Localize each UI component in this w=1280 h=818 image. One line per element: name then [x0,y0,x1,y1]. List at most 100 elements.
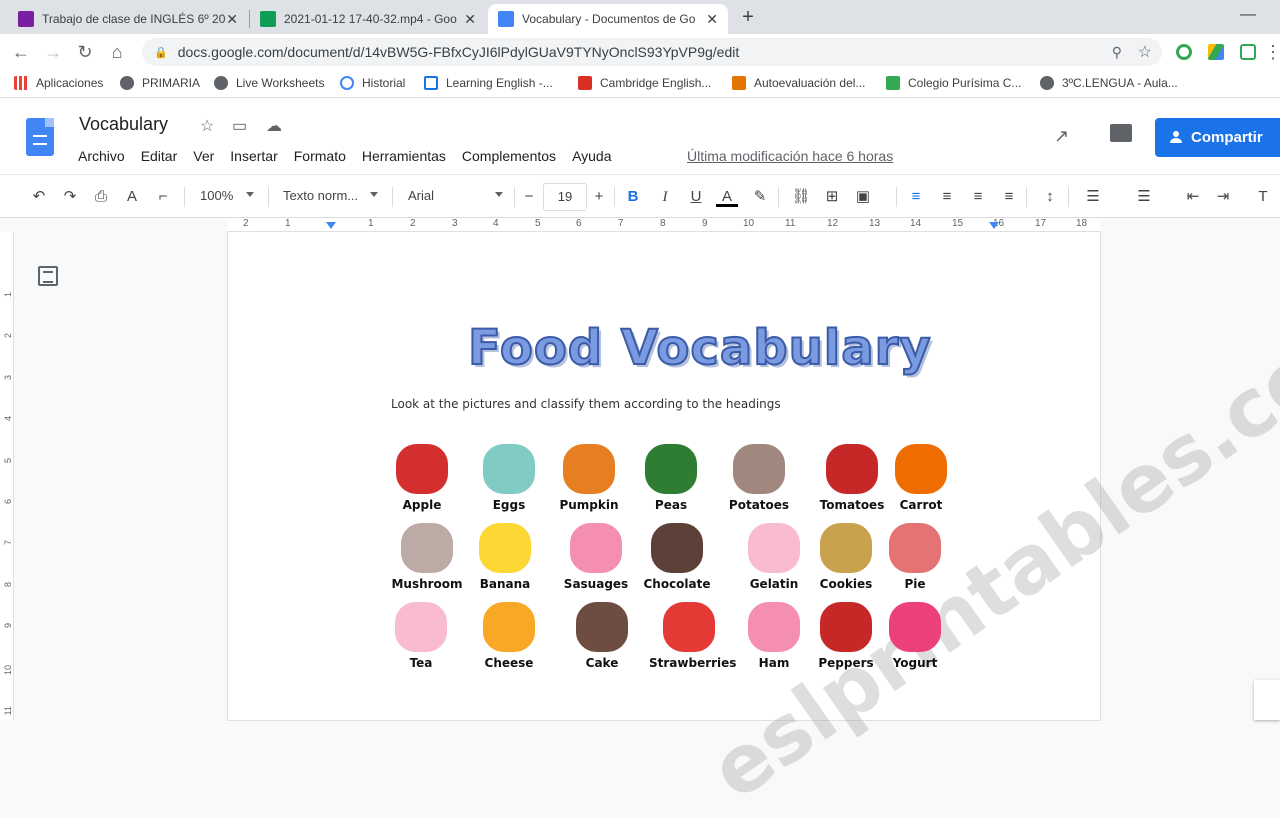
document-page[interactable]: Food Vocabulary Look at the pictures and… [228,232,1280,818]
browser-tab[interactable]: Trabajo de clase de INGLÉS 6º 20 ✕ [8,4,248,34]
horizontal-ruler: 2 1 1 2 3 4 5 6 7 8 9 10 11 12 13 14 15 16 17 18 [0,218,1280,232]
font-select[interactable]: Arial [408,188,506,203]
spellcheck-icon[interactable]: A [121,187,143,207]
last-modified-link[interactable]: Última modificación hace 6 horas [687,148,893,164]
cloud-status-icon[interactable]: ☁ [266,116,282,136]
bookmark-item[interactable]: Autoevaluación del... [732,76,865,90]
drive-extension-icon[interactable] [1208,44,1224,60]
bookmark-item[interactable]: Live Worksheets [214,76,324,90]
reload-icon[interactable]: ↻ [74,41,96,63]
vruler-tick-label: 3 [3,375,13,381]
italic-icon[interactable]: I [654,187,676,207]
ruler-tick-label: 12 [827,218,839,229]
ruler-tick-label: 11 [785,218,796,229]
bookmark-item[interactable]: Learning English -... [424,76,553,90]
numbered-list-icon[interactable]: ☰ [1082,187,1104,207]
align-right-icon[interactable]: ≡ [967,187,989,207]
forward-icon[interactable]: → [42,41,64,63]
ruler-tick-label: 14 [910,218,922,229]
tab-title: 2021-01-12 17-40-32.mp4 - Goo [284,12,457,26]
food-label: Banana [479,577,531,591]
food-picture [576,602,628,652]
font-size-input[interactable]: 19 [543,183,587,211]
activity-dashboard-icon[interactable]: ↗ [1054,126,1069,147]
home-icon[interactable]: ⌂ [106,41,128,63]
more-icon[interactable]: ⋮ [1262,41,1280,63]
star-icon[interactable]: ☆ [200,116,214,136]
menu-herramientas[interactable]: Herramientas [362,148,446,164]
document-title[interactable]: Vocabulary [79,114,168,135]
close-icon[interactable]: ✕ [464,11,476,28]
ruler-tick-label: 6 [576,218,582,229]
menu-editar[interactable]: Editar [141,148,178,164]
menu-archivo[interactable]: Archivo [78,148,125,164]
right-indent-marker[interactable] [989,222,999,229]
bookmark-item[interactable]: Colegio Purísima C... [886,76,1021,90]
paint-format-icon[interactable]: ⌐ [152,187,174,207]
decrease-indent-icon[interactable]: ⇤ [1182,187,1204,207]
bulleted-list-icon[interactable]: ☰ [1133,187,1155,207]
document-outline-icon[interactable] [38,266,58,286]
highlight-icon[interactable]: ✎ [749,187,771,207]
vertical-ruler: 1 2 3 4 5 6 7 8 9 10 11 [0,232,14,720]
extension-icon[interactable] [1240,44,1256,60]
food-item: Eggs [469,444,549,512]
back-icon[interactable]: ← [10,41,32,63]
close-icon[interactable]: ✕ [706,11,718,28]
zoom-select[interactable]: 100% [200,188,258,203]
share-button[interactable]: Compartir [1155,118,1280,157]
increase-indent-icon[interactable]: ⇥ [1212,187,1234,207]
style-select[interactable]: Texto norm... [283,188,381,203]
decrease-size-icon[interactable]: − [518,187,540,207]
toolbar-divider [514,187,515,207]
toolbar-divider [778,187,779,207]
line-spacing-icon[interactable]: ↕ [1039,187,1061,207]
redo-icon[interactable]: ↷ [59,187,81,207]
comment-add-icon[interactable]: ⊞ [821,187,843,207]
ruler-tick-label: 3 [452,218,458,229]
align-left-icon[interactable]: ≡ [905,187,927,207]
bookmark-item[interactable]: Cambridge English... [578,76,711,90]
bookmark-item[interactable]: Historial [340,76,405,90]
bookmark-item[interactable]: Aplicaciones [14,76,103,90]
link-icon[interactable]: ⛓ [790,187,812,207]
menu-ver[interactable]: Ver [193,148,214,164]
new-tab-button[interactable]: + [736,6,760,30]
clear-formatting-icon[interactable]: T [1252,187,1274,207]
food-picture [563,444,615,494]
address-bar[interactable]: 🔒 docs.google.com/document/d/14vBW5G-FBf… [142,38,1162,66]
ruler-tick-label: 5 [535,218,541,229]
ruler-tick-label: 2 [243,218,249,229]
bookmark-item[interactable]: 3ºC.LENGUA - Aula... [1040,76,1178,90]
bold-icon[interactable]: B [622,187,644,207]
browser-tab-active[interactable]: Vocabulary - Documentos de Go ✕ [488,4,728,34]
print-icon[interactable]: ⎙ [90,187,112,207]
left-indent-marker[interactable] [326,222,336,229]
menu-complementos[interactable]: Complementos [462,148,556,164]
bookmark-item[interactable]: PRIMARIA [120,76,200,90]
menu-ayuda[interactable]: Ayuda [572,148,611,164]
image-icon[interactable]: ▣ [852,187,874,207]
browser-tab[interactable]: 2021-01-12 17-40-32.mp4 - Goo ✕ [250,4,486,34]
move-folder-icon[interactable]: ▭ [232,116,247,136]
food-label: Gelatin [749,577,799,591]
menu-formato[interactable]: Formato [294,148,346,164]
ruler-tick-label: 1 [285,218,291,229]
minimize-button[interactable]: — [1240,6,1256,24]
docs-logo-icon[interactable] [26,118,54,156]
justify-icon[interactable]: ≡ [998,187,1020,207]
align-center-icon[interactable]: ≡ [936,187,958,207]
explore-button[interactable] [1254,680,1280,720]
comments-icon[interactable] [1110,124,1132,142]
underline-icon[interactable]: U [685,187,707,207]
zoom-icon[interactable]: ⚲ [1112,44,1122,61]
text-color-icon[interactable]: A [716,187,738,207]
bookmark-star-icon[interactable]: ☆ [1138,42,1152,62]
extension-icon[interactable] [1176,44,1192,60]
undo-icon[interactable]: ↶ [28,187,50,207]
increase-size-icon[interactable]: + [588,187,610,207]
ruler-tick-label: 18 [1076,218,1088,229]
menu-insertar[interactable]: Insertar [230,148,277,164]
apps-icon [14,76,28,90]
close-icon[interactable]: ✕ [226,11,238,28]
